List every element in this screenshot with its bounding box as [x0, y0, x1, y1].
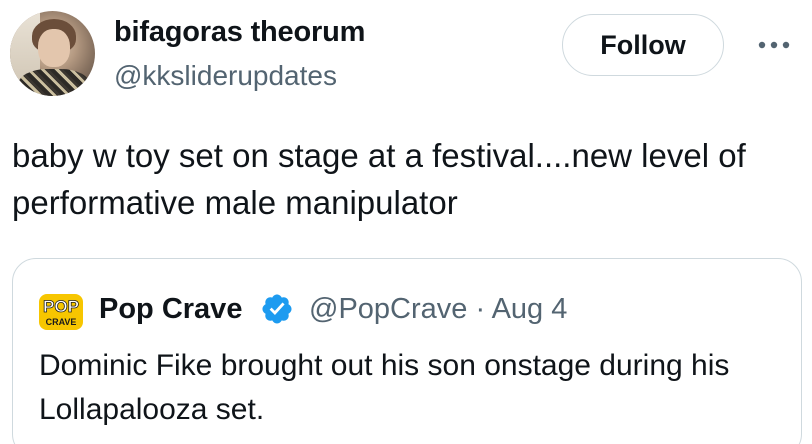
- avatar-shirt: [18, 69, 90, 96]
- tweet-card: bifagoras theorum @kksliderupdates Follo…: [0, 0, 812, 444]
- author-avatar[interactable]: [10, 11, 95, 96]
- logo-text-bottom: CRAVE: [46, 317, 77, 327]
- avatar-face: [38, 29, 70, 67]
- quoted-tweet[interactable]: POP CRAVE Pop Crave @PopCrave · Aug 4 Do…: [12, 258, 802, 444]
- author-display-name[interactable]: bifagoras theorum: [114, 14, 365, 50]
- quoted-display-name[interactable]: Pop Crave: [99, 291, 242, 327]
- logo-text-top: POP: [43, 297, 79, 316]
- follow-button[interactable]: Follow: [562, 14, 724, 76]
- verified-badge-icon[interactable]: [260, 292, 294, 326]
- tweet-text: baby w toy set on stage at a festival...…: [12, 137, 746, 221]
- more-dots-icon: [758, 41, 790, 49]
- popcrave-logo-mark: POP CRAVE: [39, 294, 83, 330]
- verified-check-icon: [262, 294, 292, 324]
- more-horizontal-icon[interactable]: [752, 30, 796, 60]
- popcrave-logo[interactable]: POP CRAVE: [37, 292, 85, 332]
- quoted-tweet-text: Dominic Fike brought out his son onstage…: [39, 349, 730, 426]
- quoted-handle-date[interactable]: @PopCrave · Aug 4: [309, 291, 567, 327]
- author-handle[interactable]: @kksliderupdates: [114, 59, 337, 93]
